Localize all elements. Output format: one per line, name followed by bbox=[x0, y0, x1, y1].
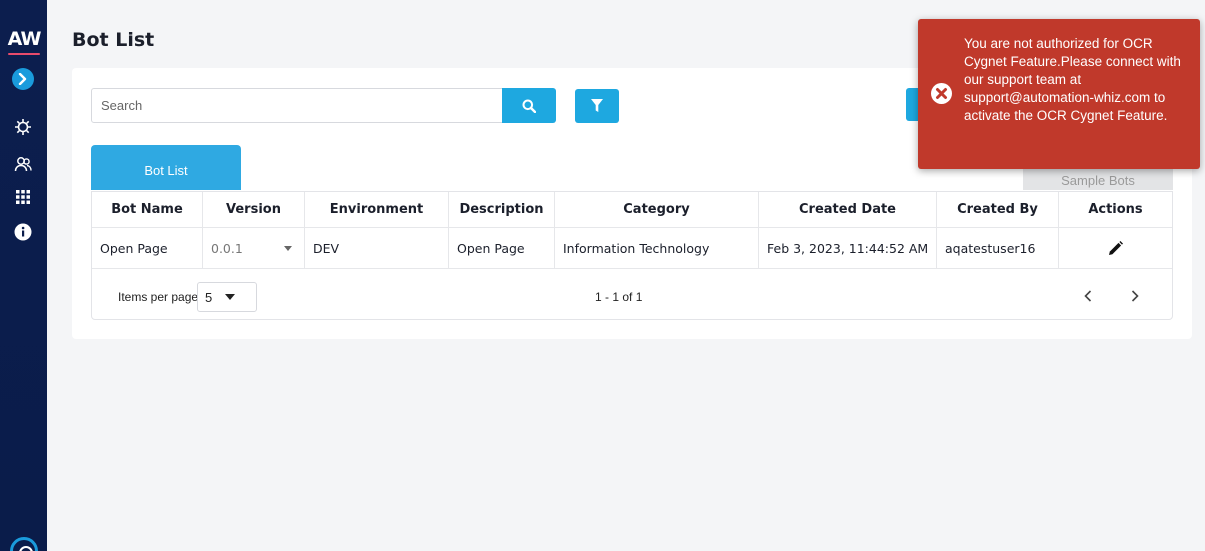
chevron-right-icon bbox=[18, 73, 27, 85]
items-per-page-value: 5 bbox=[205, 289, 213, 305]
bot-table: Bot Name Version Environment Description… bbox=[91, 191, 1173, 320]
logo-accent bbox=[8, 53, 40, 55]
search-input[interactable] bbox=[91, 88, 503, 123]
sidebar: AW bbox=[0, 0, 47, 551]
expand-sidebar-button[interactable] bbox=[12, 68, 34, 90]
column-header-description[interactable]: Description bbox=[449, 192, 555, 227]
error-toast[interactable]: You are not authorized for OCR Cygnet Fe… bbox=[918, 19, 1200, 169]
caret-down-icon bbox=[225, 294, 236, 300]
page-title: Bot List bbox=[72, 29, 155, 51]
column-header-environment[interactable]: Environment bbox=[305, 192, 449, 227]
support-icon[interactable] bbox=[10, 537, 38, 551]
chevron-left-icon bbox=[1084, 290, 1092, 302]
grid-icon[interactable] bbox=[12, 186, 34, 208]
column-header-created-date[interactable]: Created Date bbox=[759, 192, 937, 227]
filter-icon bbox=[591, 99, 603, 112]
column-header-version[interactable]: Version bbox=[203, 192, 305, 227]
column-header-category[interactable]: Category bbox=[555, 192, 759, 227]
cell-created-by: aqatestuser16 bbox=[937, 228, 1059, 268]
cell-environment: DEV bbox=[305, 228, 449, 268]
chevron-right-icon bbox=[1131, 290, 1139, 302]
version-dropdown[interactable]: 0.0.1 bbox=[203, 228, 305, 268]
cell-bot-name: Open Page bbox=[92, 228, 203, 268]
column-header-created-by[interactable]: Created By bbox=[937, 192, 1059, 227]
filter-button[interactable] bbox=[575, 89, 619, 123]
items-per-page-select[interactable]: 5 bbox=[197, 282, 257, 312]
pencil-icon bbox=[1109, 240, 1123, 255]
table-header-row: Bot Name Version Environment Description… bbox=[92, 192, 1172, 228]
paginator: Items per page: 5 1 - 1 of 1 bbox=[92, 270, 1172, 320]
search-button[interactable] bbox=[502, 88, 556, 123]
info-icon[interactable] bbox=[12, 221, 34, 243]
tab-sample-bots-label: Sample Bots bbox=[1061, 173, 1135, 188]
page-range-label: 1 - 1 of 1 bbox=[595, 290, 643, 304]
tab-bot-list[interactable]: Bot List bbox=[91, 145, 241, 190]
bug-settings-icon[interactable] bbox=[12, 116, 34, 138]
column-header-actions: Actions bbox=[1088, 202, 1143, 217]
chevron-down-icon bbox=[284, 245, 292, 251]
table-row: Open Page 0.0.1 DEV Open Page Informatio… bbox=[92, 228, 1172, 269]
toast-message: You are not authorized for OCR Cygnet Fe… bbox=[964, 36, 1181, 123]
previous-page-button[interactable] bbox=[1076, 284, 1100, 308]
error-icon bbox=[931, 83, 952, 104]
next-page-button[interactable] bbox=[1123, 284, 1147, 308]
search-icon bbox=[522, 99, 536, 113]
edit-button[interactable] bbox=[1059, 228, 1172, 268]
cell-description: Open Page bbox=[449, 228, 555, 268]
version-value: 0.0.1 bbox=[211, 240, 243, 256]
column-header-bot-name[interactable]: Bot Name bbox=[92, 192, 203, 227]
users-icon[interactable] bbox=[12, 153, 34, 175]
cell-created-date: Feb 3, 2023, 11:44:52 AM bbox=[759, 228, 937, 268]
cell-category: Information Technology bbox=[555, 228, 759, 268]
items-per-page-label: Items per page: bbox=[118, 290, 202, 304]
